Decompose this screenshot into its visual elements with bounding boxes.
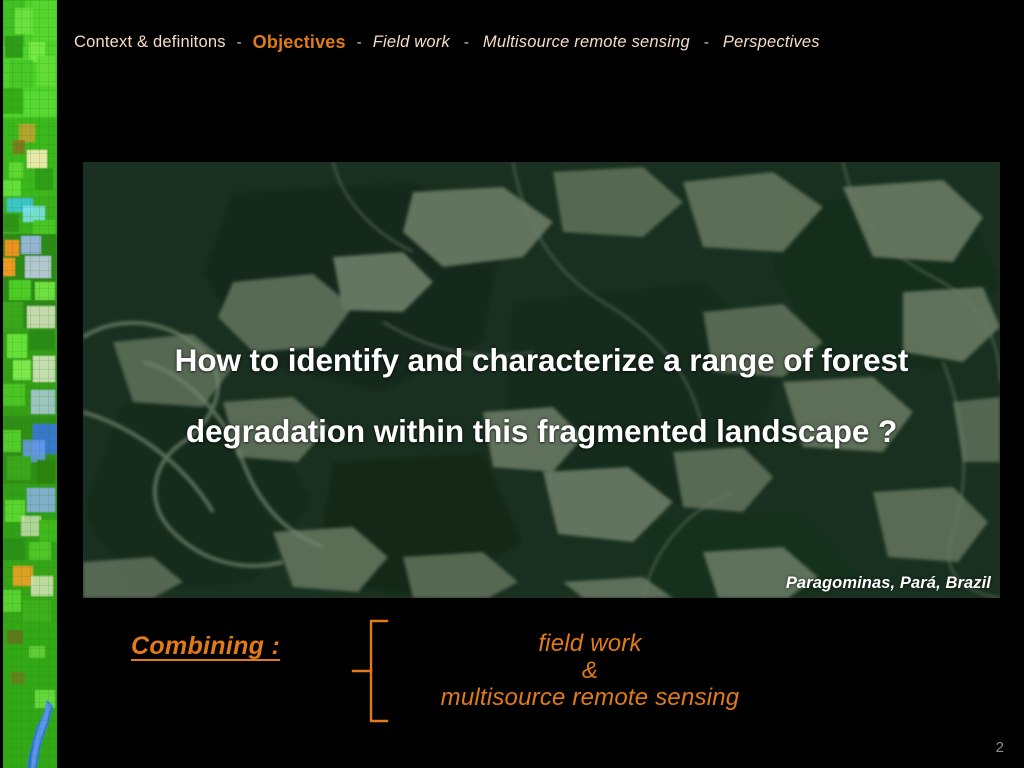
page-number: 2: [995, 739, 1004, 756]
breadcrumb-navigation: Context & definitons - Objectives - Fiel…: [74, 27, 974, 57]
image-location-caption: Paragominas, Pará, Brazil: [785, 574, 991, 592]
nav-item-context[interactable]: Context & definitons: [74, 33, 226, 52]
nav-separator: -: [356, 33, 362, 51]
nav-item-perspectives[interactable]: Perspectives: [723, 33, 820, 52]
nav-item-field-work[interactable]: Field work: [373, 33, 450, 52]
landcover-map-graphic: [3, 0, 57, 768]
combining-label: Combining :: [131, 632, 281, 660]
combining-item-multisource-remote-sensing: multisource remote sensing: [440, 684, 740, 711]
nav-separator: -: [236, 33, 242, 51]
landcover-classification-strip: [3, 0, 57, 768]
brace-graphic: [351, 619, 389, 723]
combining-item-ampersand: &: [581, 657, 599, 684]
combining-items-list: field work & multisource remote sensing: [400, 630, 780, 712]
nav-item-objectives[interactable]: Objectives: [253, 32, 346, 53]
satellite-imagery-paragominas: [83, 162, 1000, 598]
nav-separator: -: [703, 33, 709, 51]
nav-item-multisource-remote-sensing[interactable]: Multisource remote sensing: [483, 33, 690, 52]
satellite-image-graphic: [83, 162, 1000, 598]
nav-separator: -: [463, 33, 469, 51]
curly-brace-icon: [349, 617, 401, 725]
combining-item-field-work: field work: [538, 630, 642, 657]
